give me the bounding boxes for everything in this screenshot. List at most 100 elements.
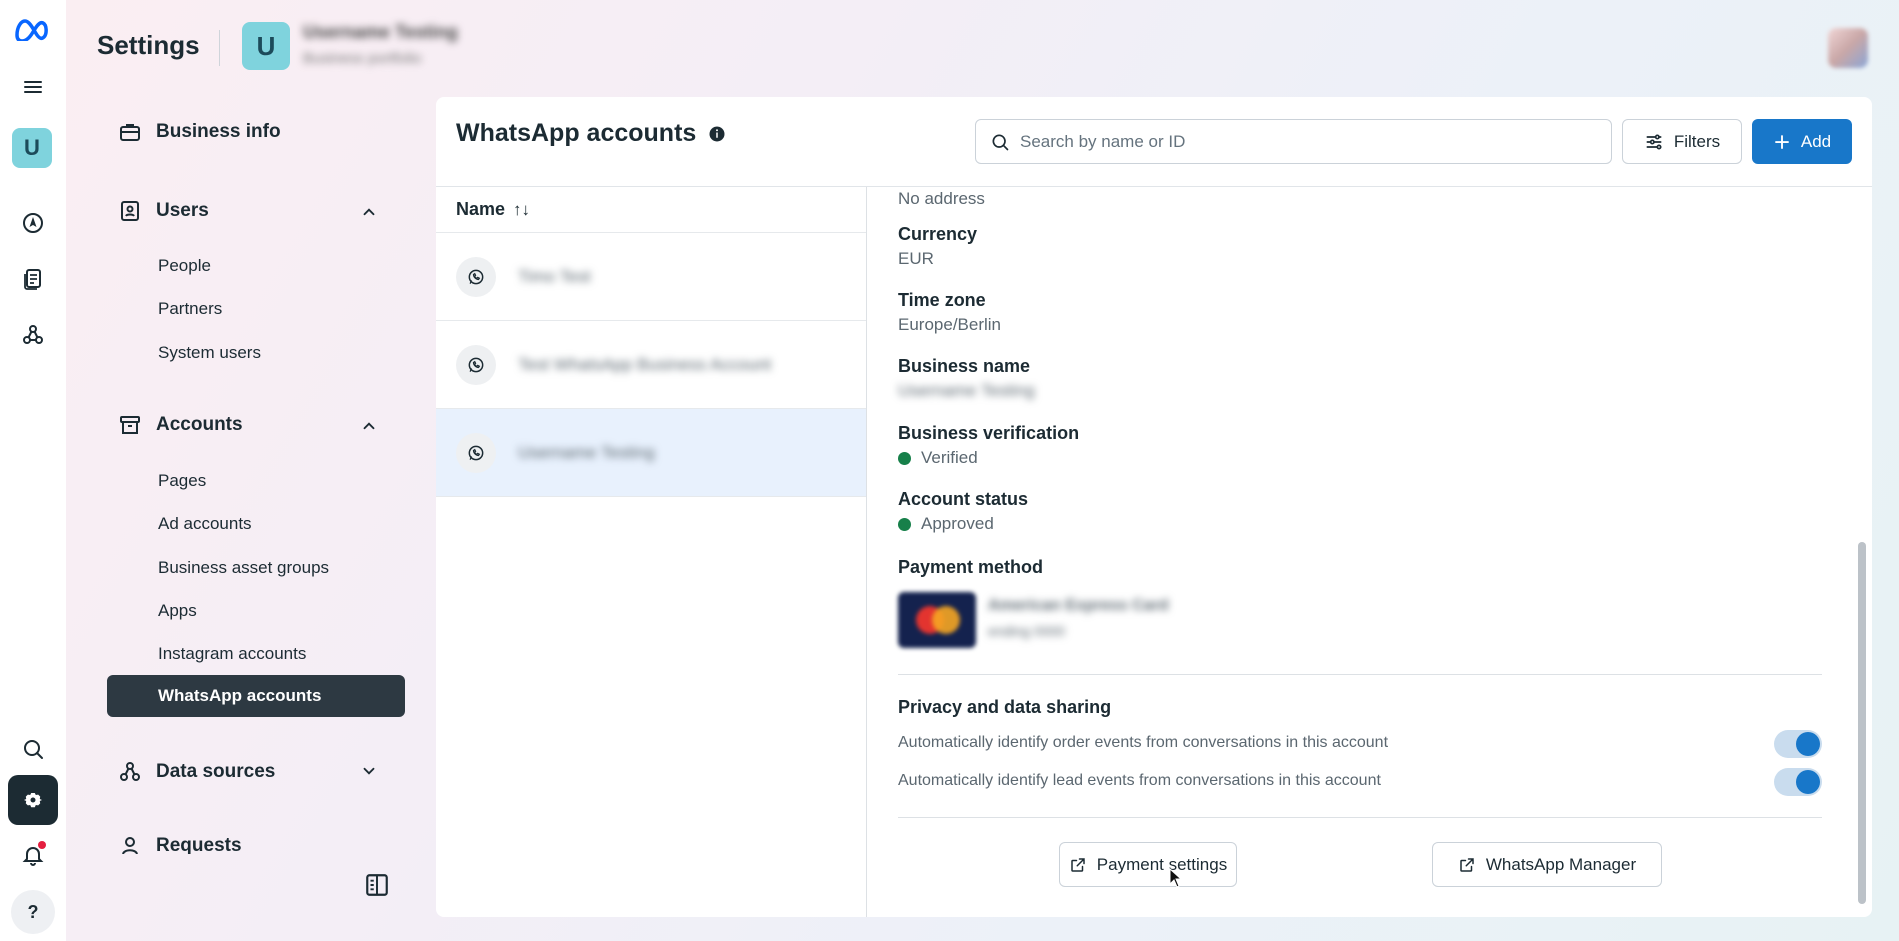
nav-accounts-label: Accounts (156, 414, 243, 435)
chevron-down-icon[interactable] (360, 762, 378, 780)
nav-users[interactable]: Users (118, 199, 209, 223)
meta-logo-icon[interactable] (8, 4, 58, 54)
credit-card-icon (898, 592, 976, 648)
list-item[interactable]: Timo Test (436, 233, 866, 321)
scrollbar[interactable] (1854, 187, 1868, 917)
payment-card-name: American Express Card (988, 597, 1169, 614)
business-name-label: Business name (898, 356, 1031, 376)
nav-item-instagram-accounts[interactable]: Instagram accounts (158, 644, 306, 664)
nav-requests[interactable]: Requests (118, 834, 242, 854)
settings-gear-icon[interactable] (8, 775, 58, 825)
chevron-up-icon[interactable] (360, 417, 378, 435)
notification-dot (38, 841, 46, 849)
external-link-icon (1460, 857, 1474, 872)
nav-item-ad-accounts[interactable]: Ad accounts (158, 514, 252, 534)
business-name[interactable]: Username Testing (303, 22, 458, 43)
nav-business-info[interactable]: Business info (118, 120, 281, 144)
nav-users-label: Users (156, 200, 209, 221)
nav-requests-label: Requests (156, 835, 242, 854)
privacy-order-text: Automatically identify order events from… (898, 734, 1389, 751)
payment-settings-label: Payment settings (1096, 854, 1228, 874)
whatsapp-icon (456, 344, 496, 385)
status-dot (898, 517, 911, 531)
pages-icon[interactable] (8, 254, 58, 304)
timezone-label: Time zone (898, 290, 986, 310)
payment-method-label: Payment method (898, 557, 1044, 577)
search-icon (992, 134, 1009, 150)
help-button[interactable]: ? (11, 890, 55, 934)
list-item-name: Timo Test (518, 266, 591, 286)
nav-item-system-users[interactable]: System users (158, 343, 261, 363)
business-subtitle: Business portfolio (303, 50, 422, 67)
external-link-icon (1071, 857, 1085, 872)
chevron-up-icon[interactable] (360, 203, 378, 221)
nav-item-business-asset-groups[interactable]: Business asset groups (158, 558, 329, 578)
sort-icon[interactable]: ↑↓ (513, 200, 530, 220)
nav-item-apps[interactable]: Apps (158, 601, 197, 621)
business-name-value: Username Testing (898, 381, 1035, 400)
briefcase-icon (120, 124, 140, 141)
business-avatar[interactable]: U (242, 22, 290, 70)
list-item[interactable]: Test WhatsApp Business Account (436, 321, 866, 409)
divider (898, 817, 1822, 818)
nav-item-whatsapp-accounts[interactable]: WhatsApp accounts (107, 675, 405, 717)
column-name-header: Name (456, 199, 506, 219)
search-input[interactable] (1020, 131, 1580, 152)
nav-item-partners[interactable]: Partners (158, 299, 222, 319)
user-badge-icon (121, 201, 139, 221)
nav-data-sources[interactable]: Data sources (118, 760, 275, 784)
divider (898, 674, 1822, 675)
nav-accounts[interactable]: Accounts (118, 413, 243, 437)
info-icon[interactable] (708, 125, 726, 143)
collapse-sidebar-icon[interactable] (364, 872, 390, 898)
address-value: No address (898, 189, 985, 208)
currency-value: EUR (898, 249, 934, 268)
lead-events-toggle[interactable] (1774, 768, 1822, 796)
list-header[interactable]: Name ↑↓ (436, 187, 866, 233)
whatsapp-icon (456, 432, 496, 473)
page-title: Settings (97, 30, 200, 60)
verification-label: Business verification (898, 423, 1080, 443)
list-item-selected[interactable]: Username Testing (436, 409, 866, 497)
compass-icon[interactable] (8, 198, 58, 248)
account-status-value: Approved (921, 514, 994, 533)
nav-requests-clip: Requests (118, 834, 242, 854)
order-events-toggle[interactable] (1774, 730, 1822, 758)
privacy-lead-text: Automatically identify lead events from … (898, 772, 1381, 789)
add-button[interactable]: Add (1752, 119, 1852, 164)
add-button-label: Add (1800, 131, 1832, 151)
business-avatar-small[interactable]: U (12, 128, 52, 168)
scrollbar-thumb[interactable] (1858, 542, 1866, 904)
archive-box-icon (120, 416, 140, 434)
panel-title-text: WhatsApp accounts (456, 119, 697, 147)
data-sources-icon (120, 762, 140, 781)
currency-label: Currency (898, 224, 978, 244)
panel-title: WhatsApp accounts (456, 119, 726, 148)
whatsapp-icon (456, 256, 496, 297)
filters-button[interactable]: Filters (1622, 119, 1742, 164)
menu-icon[interactable] (8, 62, 58, 112)
left-rail: U ? (0, 0, 66, 941)
integrations-icon[interactable] (8, 310, 58, 360)
privacy-title: Privacy and data sharing (898, 697, 1112, 717)
verification-value: Verified (921, 448, 978, 467)
sliders-icon (1646, 134, 1662, 149)
account-status: Approved (898, 514, 994, 534)
payment-settings-button[interactable]: Payment settings (1059, 842, 1237, 887)
plus-icon (1774, 134, 1789, 149)
nav-item-people[interactable]: People (158, 256, 211, 276)
main-panel: WhatsApp accounts Filters Add Name ↑↓ Ti… (436, 97, 1872, 917)
person-icon (122, 837, 138, 854)
whatsapp-manager-button[interactable]: WhatsApp Manager (1432, 842, 1662, 887)
nav-business-info-label: Business info (156, 121, 281, 142)
search-box[interactable] (975, 119, 1612, 164)
mouse-cursor-icon (1169, 868, 1183, 888)
nav-item-pages[interactable]: Pages (158, 471, 206, 491)
notifications-bell-icon[interactable] (8, 830, 58, 880)
whatsapp-manager-label: WhatsApp Manager (1485, 854, 1637, 874)
header-divider (219, 30, 220, 66)
timezone-value: Europe/Berlin (898, 315, 1002, 334)
search-icon[interactable] (8, 724, 58, 774)
status-dot (898, 451, 911, 465)
user-avatar[interactable] (1828, 28, 1868, 68)
